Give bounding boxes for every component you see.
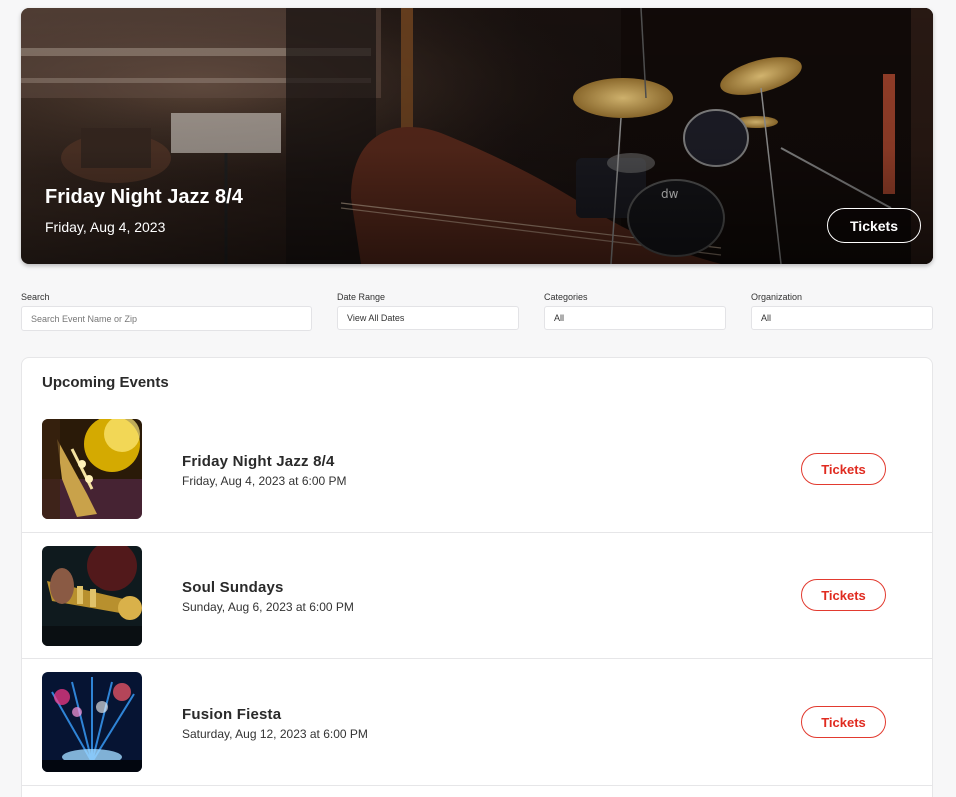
event-tickets-button[interactable]: Tickets: [801, 453, 886, 485]
hero-banner: dw Friday Night Jazz 8/4 Friday, Aug 4, …: [21, 8, 933, 264]
organization-label: Organization: [751, 292, 803, 302]
event-date: Friday, Aug 4, 2023 at 6:00 PM: [182, 474, 347, 488]
hero-tickets-button[interactable]: Tickets: [827, 208, 921, 243]
date-range-select[interactable]: View All Dates: [337, 306, 519, 330]
event-name[interactable]: Soul Sundays: [182, 579, 284, 596]
search-input[interactable]: Search Event Name or Zip: [21, 306, 312, 331]
event-row[interactable]: Fusion Fiesta Saturday, Aug 12, 2023 at …: [22, 660, 932, 786]
event-tickets-button[interactable]: Tickets: [801, 706, 886, 738]
search-label: Search: [21, 292, 50, 302]
upcoming-events-card: Upcoming Events Friday Night Jazz 8/4 Fr…: [21, 357, 933, 797]
organization-select[interactable]: All: [751, 306, 933, 330]
event-row[interactable]: Friday Night Jazz 8/4 Friday, Aug 4, 202…: [22, 407, 932, 533]
categories-label: Categories: [544, 292, 588, 302]
event-row[interactable]: Soul Sundays Sunday, Aug 6, 2023 at 6:00…: [22, 533, 932, 659]
event-name[interactable]: Fusion Fiesta: [182, 706, 281, 723]
event-thumbnail: [42, 546, 142, 646]
hero-title: Friday Night Jazz 8/4: [45, 186, 243, 208]
event-date: Sunday, Aug 6, 2023 at 6:00 PM: [182, 600, 354, 614]
event-name[interactable]: Friday Night Jazz 8/4: [182, 453, 335, 470]
event-thumbnail: [42, 419, 142, 519]
event-thumbnail: [42, 672, 142, 772]
upcoming-events-heading: Upcoming Events: [42, 374, 169, 391]
event-tickets-button[interactable]: Tickets: [801, 579, 886, 611]
hero-date: Friday, Aug 4, 2023: [45, 219, 166, 235]
date-range-label: Date Range: [337, 292, 386, 302]
categories-select[interactable]: All: [544, 306, 726, 330]
event-date: Saturday, Aug 12, 2023 at 6:00 PM: [182, 727, 368, 741]
